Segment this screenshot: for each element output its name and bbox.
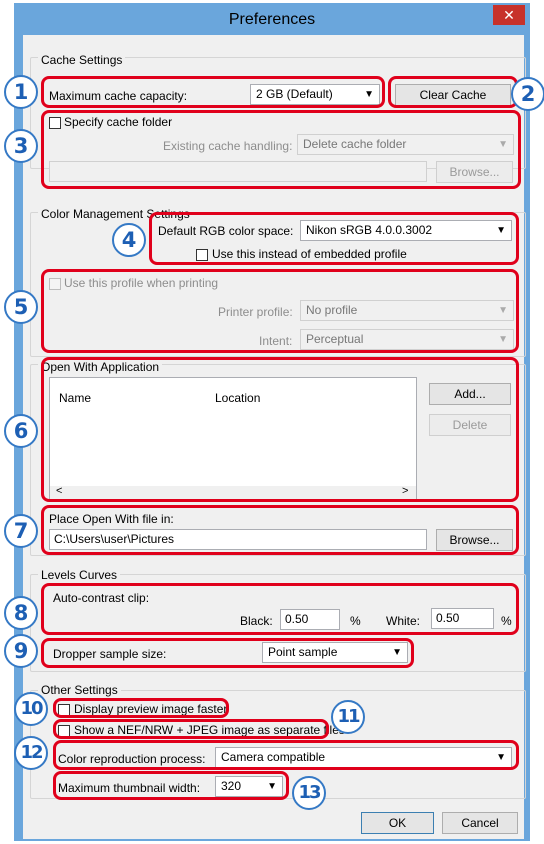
callout-8: 8 [4, 596, 38, 630]
cancel-button[interactable]: Cancel [442, 812, 518, 834]
other-settings-legend: Other Settings [38, 683, 121, 697]
highlight-color-reproduction [53, 740, 519, 770]
cache-settings-legend: Cache Settings [38, 53, 126, 67]
callout-2: 2 [511, 77, 544, 111]
callout-13: 13 [292, 776, 326, 810]
callout-3: 3 [4, 129, 38, 163]
close-button[interactable]: ✕ [493, 5, 525, 25]
highlight-place-open-with [41, 505, 519, 555]
highlight-default-rgb [149, 212, 519, 265]
highlight-cache-folder [41, 110, 521, 189]
callout-12: 12 [14, 736, 48, 770]
callout-10: 10 [14, 692, 48, 726]
callout-6: 6 [4, 414, 38, 448]
highlight-max-cache [41, 76, 385, 108]
ok-button[interactable]: OK [361, 812, 434, 834]
highlight-max-thumbnail [53, 771, 289, 800]
callout-4: 4 [112, 223, 146, 257]
highlight-auto-contrast [41, 583, 519, 635]
callout-7: 7 [4, 514, 38, 548]
window-title: Preferences [228, 11, 316, 28]
callout-11: 11 [331, 700, 365, 734]
callout-1: 1 [4, 75, 38, 109]
callout-9: 9 [4, 634, 38, 668]
levels-curves-legend: Levels Curves [38, 568, 121, 582]
callout-5: 5 [4, 290, 38, 324]
highlight-print-profile [41, 269, 519, 353]
highlight-clear-cache [388, 76, 518, 108]
highlight-show-nef [53, 719, 329, 739]
highlight-dropper [41, 638, 414, 668]
highlight-open-with [41, 357, 519, 502]
highlight-display-preview [53, 698, 229, 718]
